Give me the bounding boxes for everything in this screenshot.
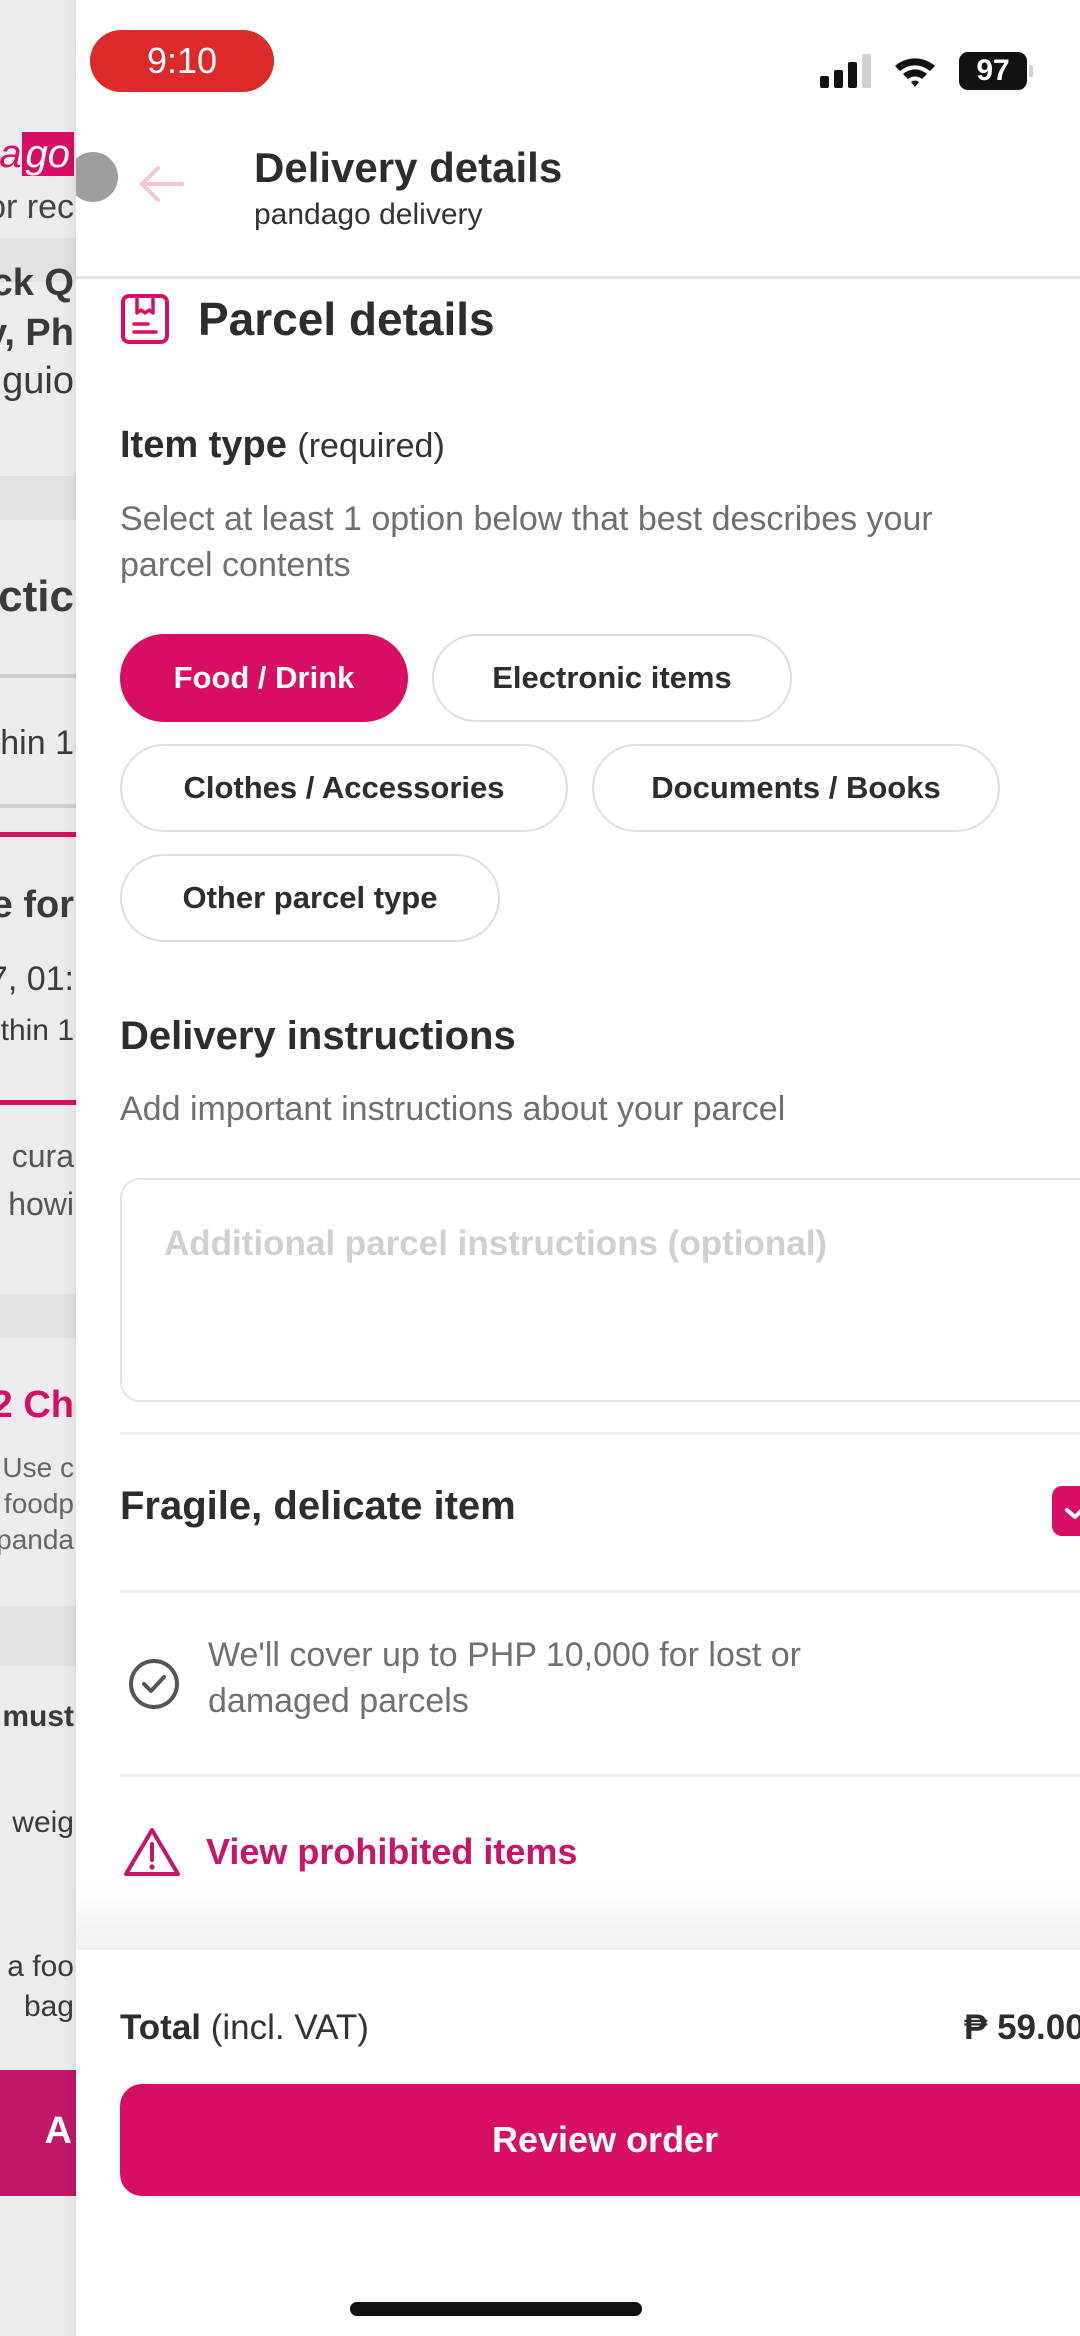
fragile-item-checkbox[interactable] [1052,1486,1080,1536]
parcel-details-header: Parcel details [120,292,495,346]
status-icons: 97 [820,52,1080,90]
header-divider [76,276,1080,279]
divider [120,1432,1080,1435]
chip-electronic-items[interactable]: Electronic items [432,634,792,722]
page-subtitle: pandago delivery [254,198,483,231]
assistive-touch-dot[interactable] [76,152,118,202]
total-label: Total (incl. VAT) [120,2008,369,2047]
parcel-instructions-input[interactable] [120,1178,1080,1402]
item-type-label: Item type (required) [120,424,445,466]
order-footer: Total (incl. VAT) ₱ 59.00 Review order [76,1952,1080,2336]
scroll-fade [76,1880,1080,1950]
fragile-item-label: Fragile, delicate item [120,1484,516,1528]
view-prohibited-items-link[interactable]: View prohibited items [122,1826,577,1878]
delivery-instructions-title: Delivery instructions [120,1014,516,1058]
check-circle-icon [129,1659,179,1709]
back-button[interactable] [136,162,196,212]
chip-food-drink[interactable]: Food / Drink [120,634,408,722]
item-type-helper: parcel contents [120,546,351,584]
review-order-button[interactable]: Review order [120,2084,1080,2196]
delivery-details-sheet: 9:10 97 Delivery details pandago deliver… [76,0,1080,2336]
chip-documents-books[interactable]: Documents / Books [592,744,1000,832]
chip-other-parcel-type[interactable]: Other parcel type [120,854,500,942]
cellular-signal-icon [820,54,871,88]
coverage-text: We'll cover up to PHP 10,000 for lost or… [208,1636,801,1720]
warning-triangle-icon [124,1828,180,1876]
checkmark-icon [1065,1508,1080,1519]
page-title: Delivery details [254,144,563,191]
divider [120,1590,1080,1593]
divider [120,1774,1080,1777]
section-title: Parcel details [198,293,495,345]
sheet-edge-shadow [62,0,76,2336]
battery-indicator: 97 [959,52,1033,90]
delivery-instructions-helper: Add important instructions about your pa… [120,1090,786,1128]
chip-clothes-accessories[interactable]: Clothes / Accessories [120,744,568,832]
coverage-info: We'll cover up to PHP 10,000 for lost or… [126,1632,1008,1724]
total-amount: ₱ 59.00 [964,2008,1080,2047]
status-time: 9:10 [90,30,274,92]
home-indicator[interactable] [350,2302,642,2316]
item-type-helper: Select at least 1 option below that best… [120,500,933,538]
parcel-box-icon [121,294,169,344]
arrow-left-icon [140,166,184,202]
wifi-icon [895,58,935,87]
